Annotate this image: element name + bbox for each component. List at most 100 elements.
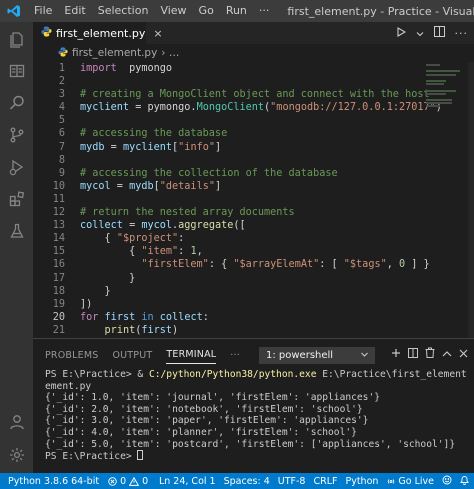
python-interpreter[interactable]: Python 3.8.6 64-bit	[8, 476, 99, 487]
search-icon[interactable]	[0, 88, 33, 118]
code-line: { "item": 1,	[80, 246, 203, 258]
close-panel-icon[interactable]	[459, 348, 468, 361]
extensions-icon[interactable]	[0, 184, 33, 214]
shell-select-value: 1: powershell	[266, 350, 334, 361]
code-editor[interactable]: 1 2 3 4 5 6 7 8 9 10 11 12 13 14 15 16 1…	[33, 62, 474, 338]
minimap[interactable]	[426, 64, 466, 114]
kill-terminal-trash-icon[interactable]	[425, 347, 435, 361]
menu-more[interactable]: ···	[253, 0, 276, 22]
go-live-button[interactable]: Go Live	[386, 476, 434, 487]
split-editor-icon[interactable]	[433, 26, 445, 40]
menu-run[interactable]: Run	[220, 0, 253, 22]
python-file-icon	[41, 26, 52, 40]
new-terminal-plus-icon[interactable]	[391, 348, 401, 361]
tab-close-icon[interactable]: ×	[153, 27, 162, 40]
tab-first-element-py[interactable]: first_element.py ×	[33, 22, 163, 44]
manage-gear-icon[interactable]	[0, 440, 33, 470]
warning-count: 0	[142, 475, 149, 487]
account-icon[interactable]	[0, 407, 33, 437]
language-mode[interactable]: Python	[345, 476, 378, 487]
code-lines[interactable]: import pymongo # creating a MongoClient …	[80, 62, 442, 337]
chevron-down-icon	[360, 350, 369, 362]
tab-output[interactable]: OUTPUT	[112, 347, 152, 364]
feedback-icon[interactable]	[442, 475, 452, 488]
line-number-gutter: 1 2 3 4 5 6 7 8 9 10 11 12 13 14 15 16 1…	[33, 62, 69, 337]
code-line: { "$project":	[80, 233, 185, 245]
line-number-active: 20	[52, 311, 65, 323]
menu-view[interactable]: View	[154, 0, 192, 22]
terminal-prompt-line: PS E:\Practice>	[45, 450, 470, 462]
error-icon	[108, 476, 117, 486]
tab-problems[interactable]: PROBLEMS	[45, 347, 98, 364]
testing-flask-icon[interactable]	[0, 216, 33, 246]
menu-file[interactable]: File	[28, 0, 58, 22]
split-terminal-icon[interactable]	[408, 347, 418, 361]
status-bar: Python 3.8.6 64-bit 0 0 Ln 24, Col 1 Spa…	[0, 473, 474, 489]
code-line: "firstElem": { "$arrayElemAt": [ "$tags"…	[141, 259, 430, 271]
terminal-python-exe: C:/python/Python38/python.exe	[148, 369, 317, 380]
run-debug-icon[interactable]	[0, 152, 33, 182]
line-number: 12	[52, 207, 65, 219]
line-number: 15	[52, 246, 65, 258]
breadcrumb-file[interactable]: first_element.py	[72, 47, 157, 59]
terminal-output-line: {'_id': 3.0, 'item': 'paper', 'firstElem…	[45, 415, 369, 427]
line-number: 14	[52, 233, 65, 245]
line-number: 4	[58, 102, 65, 114]
more-actions-icon[interactable]: ···	[455, 27, 469, 40]
code-line: }	[80, 285, 111, 297]
indentation[interactable]: Spaces: 4	[224, 476, 270, 487]
code-line: for first in collect:	[80, 311, 209, 323]
terminal-output-line: {'_id': 4.0, 'item': 'planner', 'firstEl…	[45, 426, 357, 438]
run-dropdown-chevron-icon[interactable]	[416, 27, 424, 40]
code-line: print(first)	[104, 324, 179, 336]
warning-icon	[129, 476, 140, 486]
panel-actions	[391, 347, 468, 361]
encoding[interactable]: UTF-8	[278, 476, 306, 487]
terminal-output-line: {'_id': 5.0, 'item': 'postcard', 'firstE…	[45, 438, 456, 450]
end-of-line[interactable]: CRLF	[313, 476, 337, 487]
tab-label: first_element.py	[56, 26, 146, 40]
window-title: first_element.py - Practice - Visual ...	[287, 4, 474, 18]
menu-go[interactable]: Go	[193, 0, 220, 22]
menu-edit[interactable]: Edit	[58, 0, 91, 22]
editor-actions: ···	[396, 22, 469, 44]
line-number: 19	[52, 298, 65, 310]
error-count: 0	[120, 475, 127, 487]
bottom-panel: PROBLEMS OUTPUT TERMINAL ··· 1: powershe…	[33, 338, 474, 473]
cursor-position[interactable]: Ln 24, Col 1	[159, 476, 216, 487]
terminal-shell-select[interactable]: 1: powershell	[259, 347, 375, 364]
code-line: }	[80, 272, 136, 284]
breadcrumb-python-file-icon	[58, 46, 68, 60]
code-line: # accessing the collection of the databa…	[80, 167, 338, 179]
menu-selection[interactable]: Selection	[92, 0, 155, 22]
notifications-bell-icon[interactable]	[460, 475, 469, 488]
editor-scrollbar[interactable]	[468, 62, 474, 338]
line-number: 21	[52, 324, 65, 336]
terminal-output-line: {'_id': 1.0, 'item': 'journal', 'firstEl…	[45, 392, 381, 404]
code-line: mydb = myclient["info"]	[80, 141, 222, 153]
source-control-icon[interactable]	[0, 120, 33, 150]
terminal-output[interactable]: PS E:\Practice> & C:/python/Python38/pyt…	[45, 369, 470, 462]
tab-more[interactable]: ···	[230, 347, 240, 364]
maximize-panel-chevron-up-icon[interactable]	[442, 348, 452, 361]
line-number: 3	[58, 89, 65, 101]
breadcrumb-symbol[interactable]: › …	[161, 47, 179, 59]
explorer-icon[interactable]	[0, 24, 33, 54]
terminal-command-line: PS E:\Practice> & C:/python/Python38/pyt…	[45, 369, 470, 381]
problems-indicator[interactable]: 0 0	[108, 476, 148, 487]
line-number: 1	[58, 63, 65, 74]
line-number: 9	[58, 167, 65, 179]
terminal-script-path: E:\Practice\first_element	[316, 369, 467, 380]
title-bar: File Edit Selection View Go Run ··· firs…	[0, 0, 474, 22]
line-number: 11	[52, 193, 65, 205]
line-number: 16	[52, 259, 65, 271]
run-file-icon[interactable]	[396, 26, 406, 40]
line-number: 7	[58, 141, 65, 153]
go-live-label: Go Live	[398, 475, 434, 487]
tab-terminal[interactable]: TERMINAL	[166, 346, 217, 364]
open-editors-icon[interactable]	[0, 56, 33, 86]
code-line: import pymongo	[80, 63, 173, 74]
